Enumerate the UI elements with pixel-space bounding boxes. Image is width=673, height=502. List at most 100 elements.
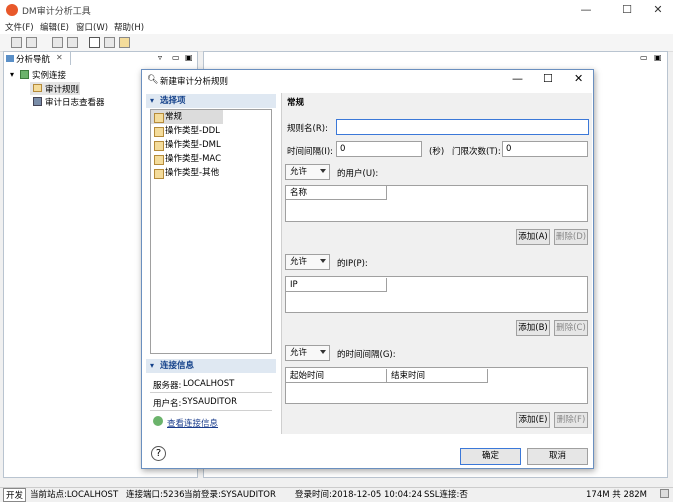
cancel-button[interactable]: 取消: [527, 448, 588, 465]
rule-name-label: 规则名(R):: [287, 124, 328, 134]
dialog-minimize-icon[interactable]: —: [512, 72, 523, 85]
interval-label: 时间间隔(I):: [287, 147, 334, 157]
list-item-other[interactable]: 操作类型-其他: [151, 166, 271, 180]
maximize-editor-icon[interactable]: ▣: [654, 53, 662, 62]
threshold-input[interactable]: 0: [502, 141, 588, 157]
delete-user-button[interactable]: 删除(D): [554, 229, 588, 245]
select-section-label: 选择项: [160, 96, 186, 106]
ip-col[interactable]: IP: [286, 278, 387, 292]
select-value: 允许: [290, 167, 308, 177]
user-label: 用户名:: [153, 399, 182, 409]
minimize-view-icon[interactable]: ▭: [172, 53, 180, 62]
save-icon[interactable]: [11, 37, 22, 48]
list-item-label: 操作类型-DDL: [165, 126, 220, 136]
section-title: 常规: [287, 98, 305, 108]
list-item-label: 常规: [165, 112, 183, 122]
divider: [150, 410, 272, 411]
close-icon[interactable]: ✕: [646, 2, 670, 18]
status-login-time: 登录时间:2018-12-05 10:04:24: [295, 490, 423, 500]
rule-name-input[interactable]: [336, 119, 589, 135]
type-list: 常规 操作类型-DDL 操作类型-DML 操作类型-MAC 操作类型-其他: [150, 109, 272, 354]
time-allow-select[interactable]: 允许: [285, 345, 330, 361]
ip-allow-select[interactable]: 允许: [285, 254, 330, 270]
list-item-label: 操作类型-DML: [165, 140, 221, 150]
search-icon: 🔍︎: [147, 75, 159, 85]
interval-input[interactable]: 0: [336, 141, 422, 157]
time-col-start[interactable]: 起始时间: [286, 369, 387, 383]
add-user-button[interactable]: 添加(A): [516, 229, 550, 245]
menu-file[interactable]: 文件(F): [5, 21, 34, 33]
tree-item-audit-rules[interactable]: 审计规则: [45, 83, 79, 95]
time-col-end[interactable]: 结束时间: [387, 369, 488, 383]
add-time-button[interactable]: 添加(E): [516, 412, 550, 428]
users-col-name[interactable]: 名称: [286, 186, 387, 200]
user-value: SYSAUDITOR: [182, 397, 238, 407]
redo-icon[interactable]: [67, 37, 78, 48]
delete-ip-button[interactable]: 删除(C): [554, 320, 588, 336]
server-label: 服务器:: [153, 381, 182, 391]
time-label: 的时间间隔(G):: [337, 350, 396, 360]
mode-badge: 开发: [3, 488, 27, 502]
app-icon: [6, 4, 18, 16]
minimize-editor-icon[interactable]: ▭: [640, 53, 648, 62]
help-icon[interactable]: ?: [151, 446, 166, 461]
status-login: 当前登录:SYSAUDITOR: [184, 490, 276, 500]
list-item-label: 操作类型-其他: [165, 168, 220, 178]
ip-label: 的IP(P):: [337, 259, 368, 269]
rule-type-icon: [154, 169, 164, 179]
select-value: 允许: [290, 257, 308, 267]
list-item-dml[interactable]: 操作类型-DML: [151, 138, 271, 152]
collapse-icon: ▾: [150, 361, 155, 370]
log-viewer-icon: [33, 97, 42, 106]
menu-window[interactable]: 窗口(W): [76, 21, 108, 33]
threshold-label: 门限次数(T):: [452, 147, 501, 157]
users-label: 的用户(U):: [337, 169, 379, 179]
list-item-ddl[interactable]: 操作类型-DDL: [151, 124, 271, 138]
save-all-icon[interactable]: [26, 37, 37, 48]
folder-icon: [33, 84, 42, 92]
select-section-header[interactable]: 选择项: [146, 94, 276, 108]
list-item-general[interactable]: 常规: [151, 110, 223, 124]
tree-expand-icon[interactable]: ▾: [10, 70, 14, 79]
cut-icon[interactable]: [89, 37, 100, 48]
collapse-icon: ▾: [150, 96, 155, 105]
chevron-down-icon: [320, 259, 326, 263]
dialog-maximize-icon[interactable]: ☐: [543, 72, 553, 85]
seconds-unit: (秒): [429, 147, 445, 157]
list-item-mac[interactable]: 操作类型-MAC: [151, 152, 271, 166]
chevron-down-icon: [320, 169, 326, 173]
users-allow-select[interactable]: 允许: [285, 164, 330, 180]
nav-view-icon: [6, 55, 14, 62]
delete-time-button[interactable]: 删除(F): [554, 412, 588, 428]
select-value: 允许: [290, 348, 308, 358]
maximize-view-icon[interactable]: ▣: [185, 53, 193, 62]
add-ip-button[interactable]: 添加(B): [516, 320, 550, 336]
dialog-close-icon[interactable]: ✕: [574, 72, 583, 85]
rule-type-icon: [154, 141, 164, 151]
close-tab-icon[interactable]: ✕: [56, 53, 63, 62]
tree-root[interactable]: 实例连接: [32, 69, 66, 81]
paste-icon[interactable]: [119, 37, 130, 48]
copy-icon[interactable]: [104, 37, 115, 48]
conn-section-label: 连接信息: [160, 361, 195, 371]
ok-button[interactable]: 确定: [460, 448, 521, 465]
status-port: 连接端口:5236: [126, 490, 185, 500]
view-menu-icon[interactable]: ▿: [158, 53, 162, 62]
maximize-icon[interactable]: ☐: [615, 2, 639, 18]
minimize-icon[interactable]: —: [574, 2, 598, 18]
status-site: 当前站点:LOCALHOST: [30, 490, 119, 500]
list-item-label: 操作类型-MAC: [165, 154, 222, 164]
menu-edit[interactable]: 编辑(E): [40, 21, 69, 33]
gc-icon[interactable]: [660, 489, 669, 498]
undo-icon[interactable]: [52, 37, 63, 48]
nav-tab-label: 分析导航: [16, 55, 51, 65]
rule-type-icon: [154, 155, 164, 165]
menu-help[interactable]: 帮助(H): [114, 21, 144, 33]
tree-item-log-viewer[interactable]: 审计日志查看器: [45, 96, 105, 108]
conn-section-header[interactable]: 连接信息: [146, 359, 276, 373]
instance-icon: [20, 70, 29, 79]
chevron-down-icon: [320, 350, 326, 354]
view-connection-link[interactable]: 查看连接信息: [167, 417, 218, 429]
status-ssl: SSL连接:否: [424, 490, 468, 500]
rule-type-icon: [154, 127, 164, 137]
